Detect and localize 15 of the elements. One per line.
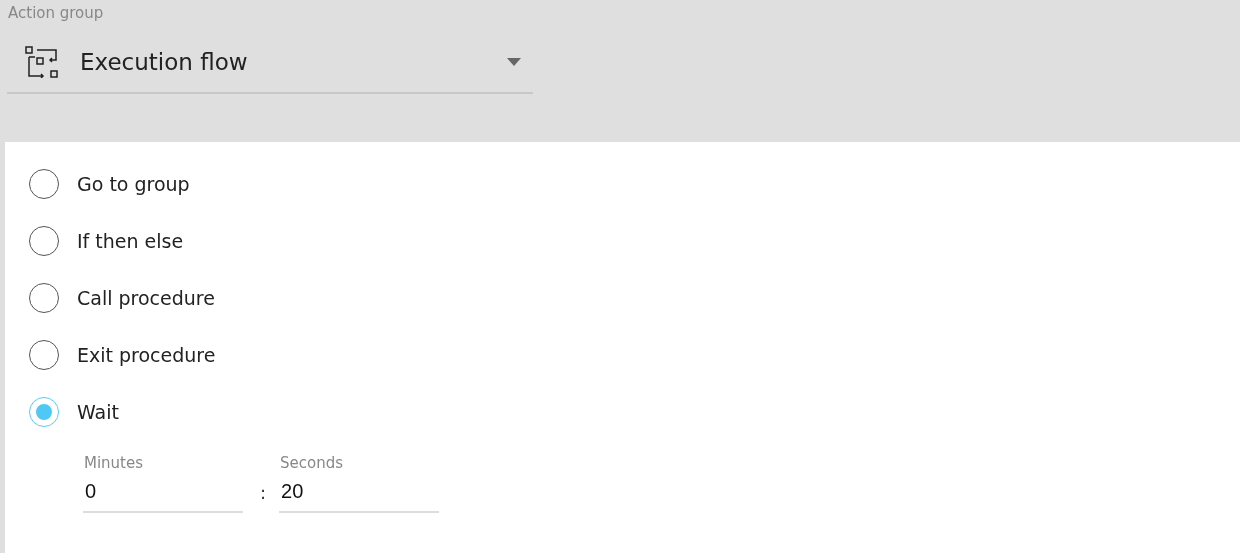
radio-label: If then else: [77, 229, 184, 252]
radio-label: Go to group: [77, 172, 190, 195]
radio-label: Call procedure: [77, 286, 215, 309]
seconds-field[interactable]: 20: [279, 472, 440, 513]
action-group-dropdown[interactable]: Execution flow: [7, 32, 533, 94]
separator: :: [260, 482, 267, 503]
dropdown-value: Execution flow: [80, 49, 249, 75]
field-label: Action group: [7, 4, 105, 24]
radio-label: Wait: [77, 400, 119, 423]
radio-label: Exit procedure: [77, 343, 216, 366]
minutes-field[interactable]: 0: [83, 472, 243, 513]
field-label: Seconds: [280, 454, 345, 472]
flow-diagram-icon: [25, 46, 59, 78]
field-label: Minutes: [84, 454, 145, 472]
caret-icon: [507, 58, 521, 66]
